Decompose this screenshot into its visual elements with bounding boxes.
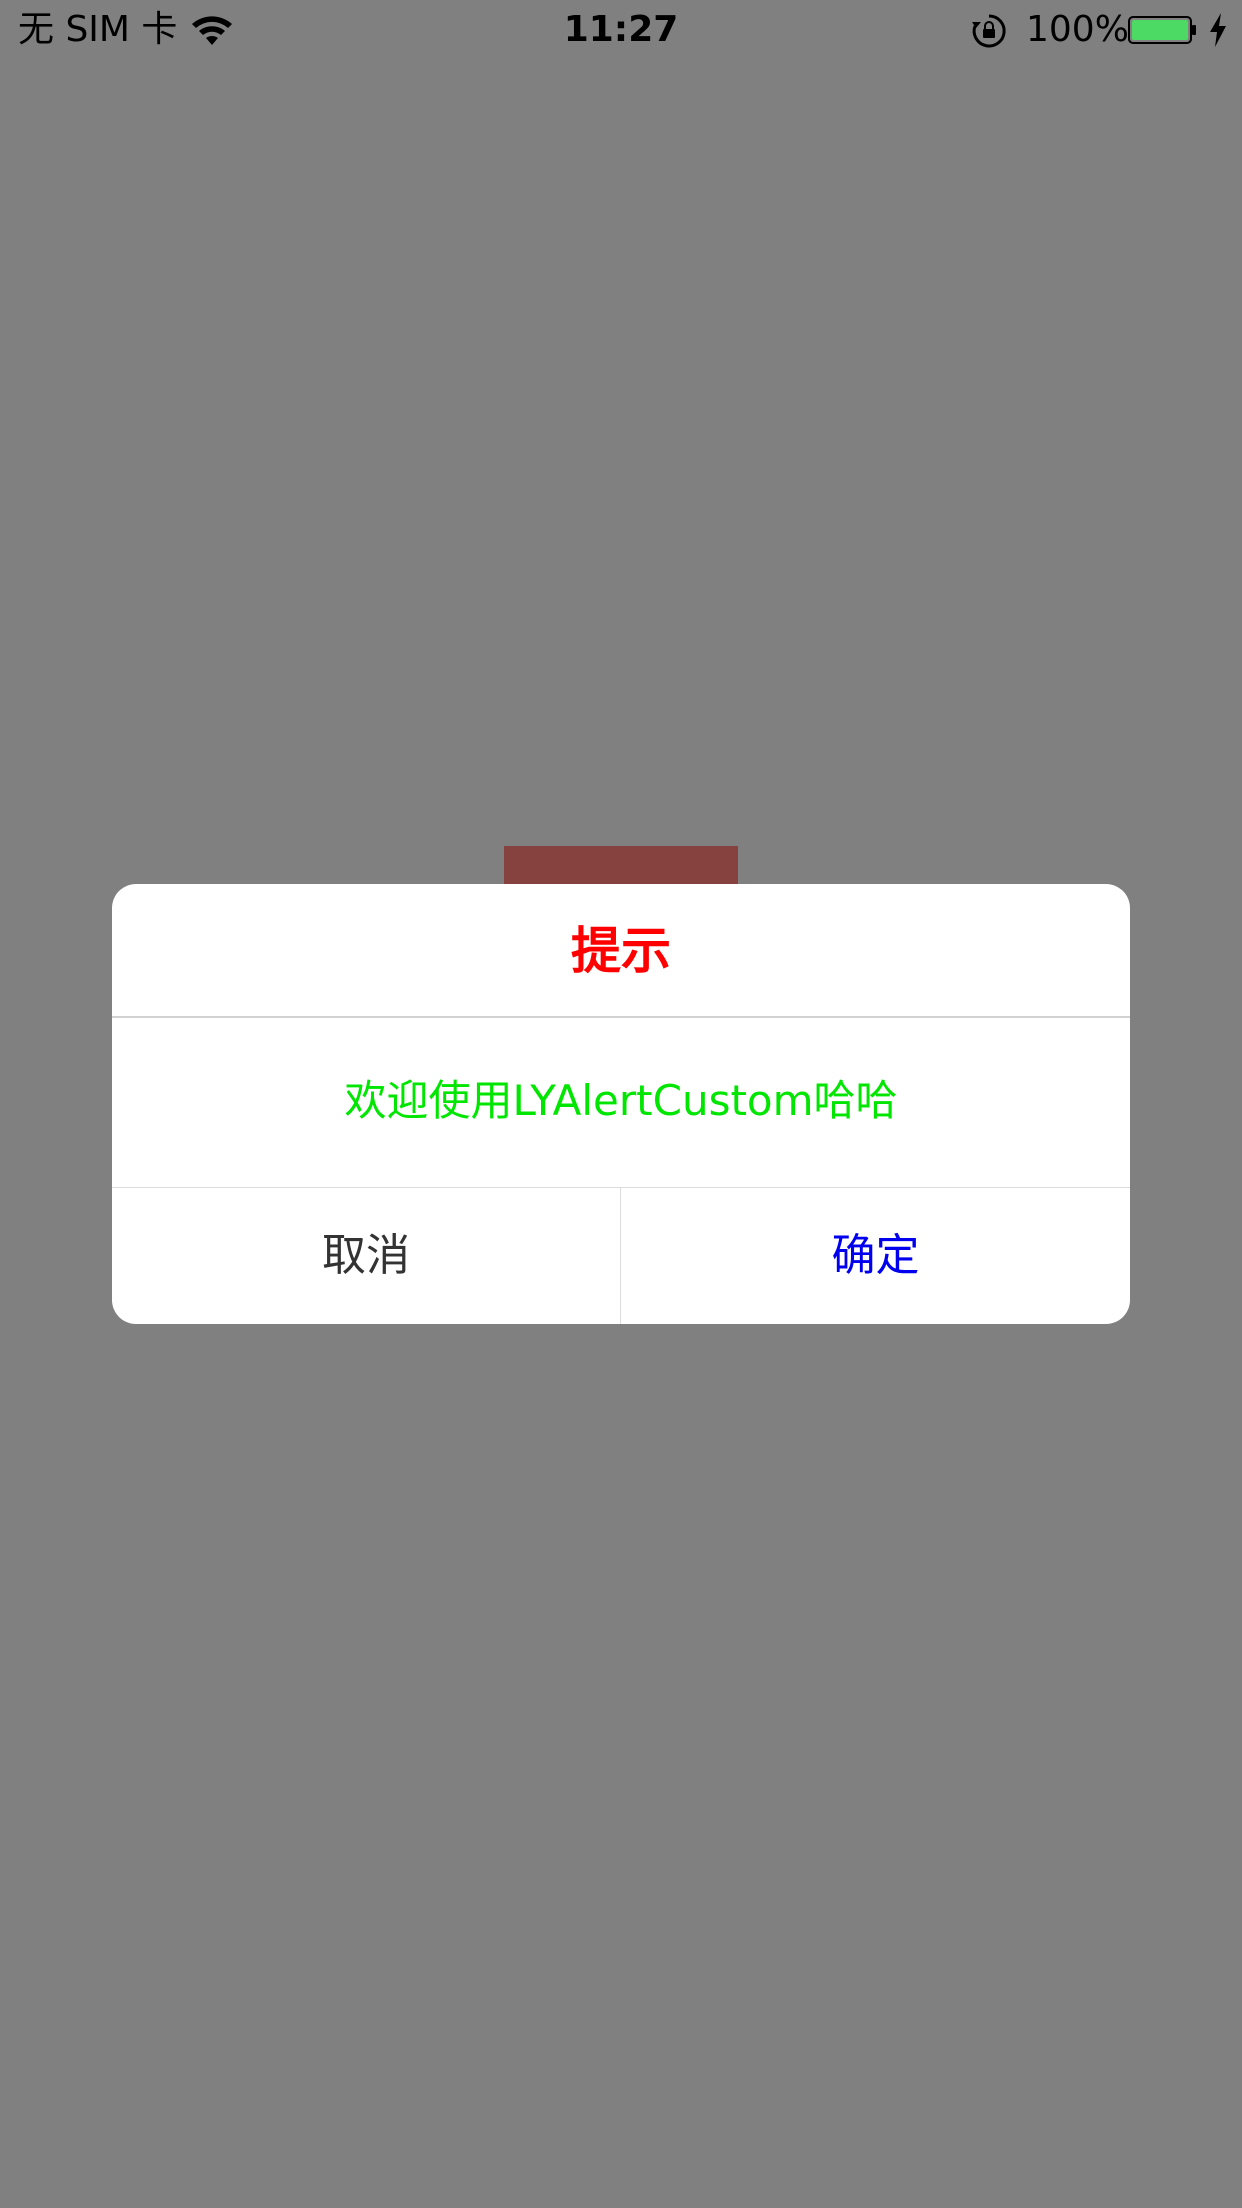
cancel-button[interactable]: 取消 [112,1188,620,1324]
charging-bolt-icon [1210,13,1226,47]
status-bar: 无 SIM 卡 11:27 100% [0,0,1242,60]
alert-dialog: 提示 欢迎使用LYAlertCustom哈哈 取消 确定 [112,884,1130,1324]
rotation-lock-icon [972,14,1006,48]
alert-title: 提示 [571,922,671,980]
alert-message: 欢迎使用LYAlertCustom哈哈 [344,1076,898,1125]
confirm-button[interactable]: 确定 [621,1188,1130,1324]
battery-icon [1128,16,1196,44]
battery-percentage: 100% [1026,9,1129,50]
